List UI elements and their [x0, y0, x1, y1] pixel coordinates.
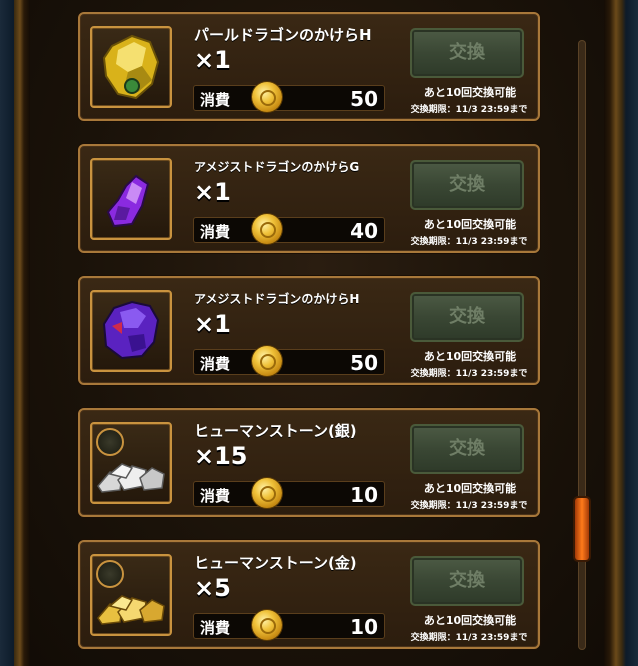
exchange-deadline: 交換期限：11/3 23:59まで	[410, 369, 528, 379]
exchange-item-card: ヒューマンストーン(金) ×5 消費 10 交換 あと10回交換可能 交換期限：…	[78, 540, 540, 649]
exchange-item-card: アメジストドラゴンのかけらH ×1 消費 50 交換 あと10回交換可能 交換期…	[78, 276, 540, 385]
cost-value: 10	[350, 483, 378, 507]
amethyst-dragon-fragment-icon	[106, 174, 150, 228]
human-type-badge-icon	[96, 560, 124, 588]
cost-bar: 消費 40	[193, 214, 385, 244]
item-quantity: ×5	[194, 574, 231, 602]
remaining-exchanges: あと10回交換可能	[423, 218, 517, 231]
item-name: ヒューマンストーン(銀)	[194, 422, 357, 440]
cost-label: 消費	[200, 91, 231, 109]
exchange-deadline: 交換期限：11/3 23:59まで	[410, 237, 528, 247]
cost-value: 50	[350, 351, 378, 375]
cost-bar: 消費 10	[193, 610, 385, 640]
cost-label: 消費	[200, 487, 231, 505]
item-quantity: ×1	[194, 310, 231, 338]
pearl-dragon-fragment-icon	[102, 34, 160, 100]
item-quantity: ×1	[194, 46, 231, 74]
item-name: アメジストドラゴンのかけらG	[194, 160, 360, 174]
cost-bar: 消費 50	[193, 346, 385, 376]
scrollbar-thumb[interactable]	[575, 498, 589, 560]
item-name: アメジストドラゴンのかけらH	[194, 292, 360, 306]
cost-value: 10	[350, 615, 378, 639]
item-name: パールドラゴンのかけらH	[194, 26, 372, 44]
exchange-item-card: アメジストドラゴンのかけらG ×1 消費 40 交換 あと10回交換可能 交換期…	[78, 144, 540, 253]
amethyst-dragon-fragment-icon	[102, 300, 160, 360]
cost-value: 40	[350, 219, 378, 243]
item-icon-frame	[90, 554, 172, 636]
cost-value: 50	[350, 87, 378, 111]
cost-label: 消費	[200, 619, 231, 637]
exchange-button[interactable]: 交換	[410, 292, 524, 342]
item-quantity: ×1	[194, 178, 231, 206]
cost-bar: 消費 50	[193, 82, 385, 112]
exchange-deadline: 交換期限：11/3 23:59まで	[410, 501, 528, 511]
coin-icon	[252, 478, 282, 508]
item-icon-frame	[90, 290, 172, 372]
item-icon-frame	[90, 422, 172, 504]
exchange-deadline: 交換期限：11/3 23:59まで	[410, 105, 528, 115]
item-icon-frame	[90, 158, 172, 240]
remaining-exchanges: あと10回交換可能	[423, 86, 517, 99]
exchange-button[interactable]: 交換	[410, 424, 524, 474]
exchange-button[interactable]: 交換	[410, 160, 524, 210]
cost-label: 消費	[200, 355, 231, 373]
remaining-exchanges: あと10回交換可能	[423, 350, 517, 363]
remaining-exchanges: あと10回交換可能	[423, 482, 517, 495]
exchange-deadline: 交換期限：11/3 23:59まで	[410, 633, 528, 643]
human-type-badge-icon	[96, 428, 124, 456]
coin-icon	[252, 214, 282, 244]
cost-label: 消費	[200, 223, 231, 241]
item-icon-frame	[90, 26, 172, 108]
exchange-button[interactable]: 交換	[410, 28, 524, 78]
coin-icon	[252, 346, 282, 376]
item-name: ヒューマンストーン(金)	[194, 554, 357, 572]
exchange-item-card: パールドラゴンのかけらH ×1 消費 50 交換 あと10回交換可能 交換期限：…	[78, 12, 540, 121]
exchange-button[interactable]: 交換	[410, 556, 524, 606]
coin-icon	[252, 610, 282, 640]
cost-bar: 消費 10	[193, 478, 385, 508]
item-quantity: ×15	[194, 442, 248, 470]
remaining-exchanges: あと10回交換可能	[423, 614, 517, 627]
coin-icon	[252, 82, 282, 112]
exchange-item-card: ヒューマンストーン(銀) ×15 消費 10 交換 あと10回交換可能 交換期限…	[78, 408, 540, 517]
